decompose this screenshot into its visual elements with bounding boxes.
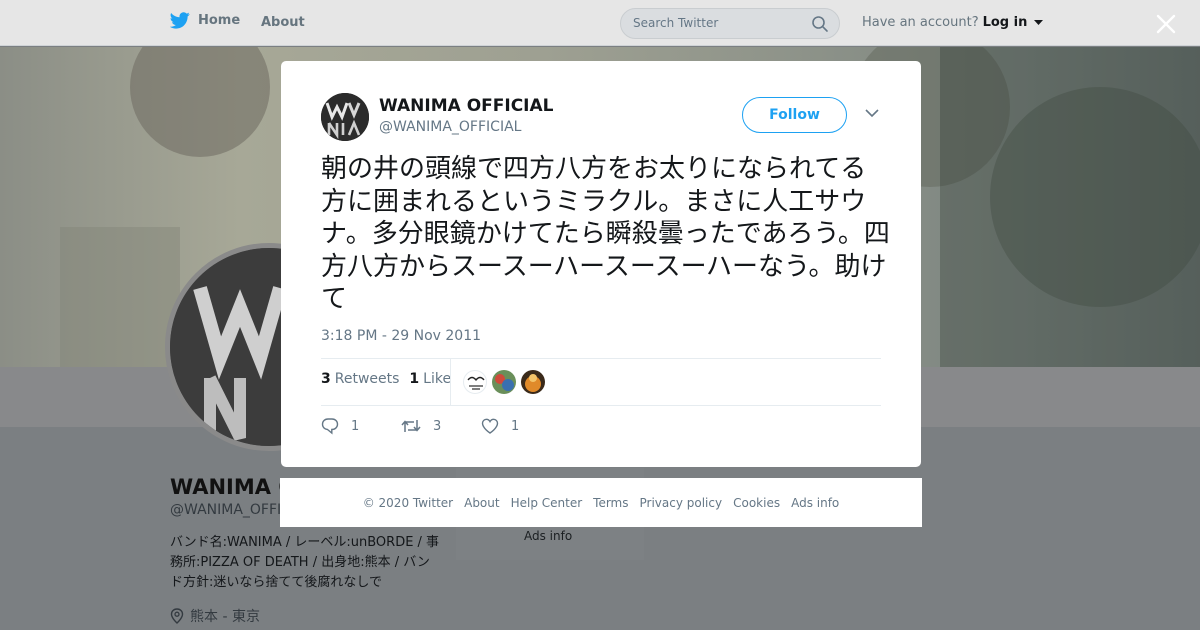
search-icon[interactable]: [811, 15, 829, 33]
like-action[interactable]: 1: [481, 417, 561, 435]
modal-footer: © 2020 Twitter About Help Center Terms P…: [280, 478, 922, 527]
retweets-stat[interactable]: 3 Retweets: [321, 371, 399, 387]
likes-stat[interactable]: 1 Like: [409, 371, 451, 387]
account-prompt: Have an account? Log in: [862, 15, 1043, 30]
stats-divider-top: [321, 358, 881, 359]
login-link[interactable]: Log in: [983, 15, 1028, 30]
likes-count: 1: [409, 371, 420, 387]
background-profile-bio: バンド名:WANIMA / レーベル:unBORDE / 事務所:PIZZA O…: [170, 535, 440, 590]
close-icon[interactable]: [1154, 12, 1178, 36]
author-name[interactable]: WANIMA OFFICIAL: [379, 96, 553, 116]
author-avatar[interactable]: [321, 93, 369, 141]
about-link[interactable]: About: [261, 15, 305, 30]
author-avatar-artwork: [321, 93, 369, 141]
footer-link-help-center[interactable]: Help Center: [511, 496, 583, 510]
footer-link-ads-info[interactable]: Ads info: [791, 496, 839, 510]
liker-avatar-art: [525, 374, 541, 392]
retweets-count: 3: [321, 371, 331, 387]
tweet-modal: WANIMA OFFICIAL @WANIMA_OFFICIAL Follow …: [281, 61, 921, 467]
background-ads-info-link[interactable]: Ads info: [524, 529, 572, 543]
retweet-action[interactable]: 3: [401, 417, 481, 435]
search-input[interactable]: [633, 16, 803, 30]
liker-avatar[interactable]: [521, 370, 545, 394]
background-profile-handle: @WANIMA_OFFI: [170, 502, 282, 518]
retweet-icon: [401, 420, 421, 432]
tweet-stats: 3 Retweets 1 Like: [321, 371, 451, 387]
home-label: Home: [198, 13, 241, 28]
footer-link-terms[interactable]: Terms: [593, 496, 628, 510]
liker-avatar-art: [467, 376, 485, 390]
banner-shade: [940, 47, 1200, 367]
footer-copyright: © 2020 Twitter: [362, 495, 454, 510]
liker-avatar-art: [495, 374, 514, 391]
chevron-down-icon[interactable]: [865, 109, 879, 118]
top-navbar: Home About Have an account? Log in: [0, 0, 1200, 46]
footer-link-privacy-policy[interactable]: Privacy policy: [640, 496, 723, 510]
search-box: [620, 8, 840, 39]
liker-avatar[interactable]: [492, 370, 516, 394]
retweet-count: 3: [433, 418, 442, 434]
heart-icon: [481, 418, 499, 434]
stats-divider-bottom: [321, 405, 881, 406]
author-handle[interactable]: @WANIMA_OFFICIAL: [379, 119, 521, 135]
tweet-text: 朝の井の頭線で四方八方をお太りになられてる方に囲まれるというミラクル。まさに人工…: [321, 154, 890, 314]
like-count: 1: [511, 418, 520, 434]
follow-button[interactable]: Follow: [742, 97, 847, 133]
caret-down-icon[interactable]: [1033, 19, 1043, 26]
reply-count: 1: [351, 418, 360, 434]
home-link[interactable]: Home: [170, 12, 240, 29]
footer-link-about[interactable]: About: [464, 496, 499, 510]
reply-action[interactable]: 1: [321, 417, 401, 435]
liker-avatar[interactable]: [463, 370, 487, 394]
footer-link-cookies[interactable]: Cookies: [733, 496, 780, 510]
location-text: 熊本 - 東京: [190, 609, 260, 625]
retweets-label: Retweets: [334, 371, 400, 387]
stats-separator: [450, 359, 451, 405]
likes-label: Like: [423, 371, 452, 387]
reply-icon: [321, 418, 339, 435]
account-prompt-text: Have an account?: [862, 15, 979, 30]
location-pin-icon: [170, 608, 184, 624]
tweet-actions: 1 3 1: [321, 417, 561, 435]
background-profile-location: 熊本 - 東京: [170, 606, 260, 626]
tweet-timestamp[interactable]: 3:18 PM - 29 Nov 2011: [321, 328, 481, 344]
twitter-bird-icon: [170, 12, 190, 29]
